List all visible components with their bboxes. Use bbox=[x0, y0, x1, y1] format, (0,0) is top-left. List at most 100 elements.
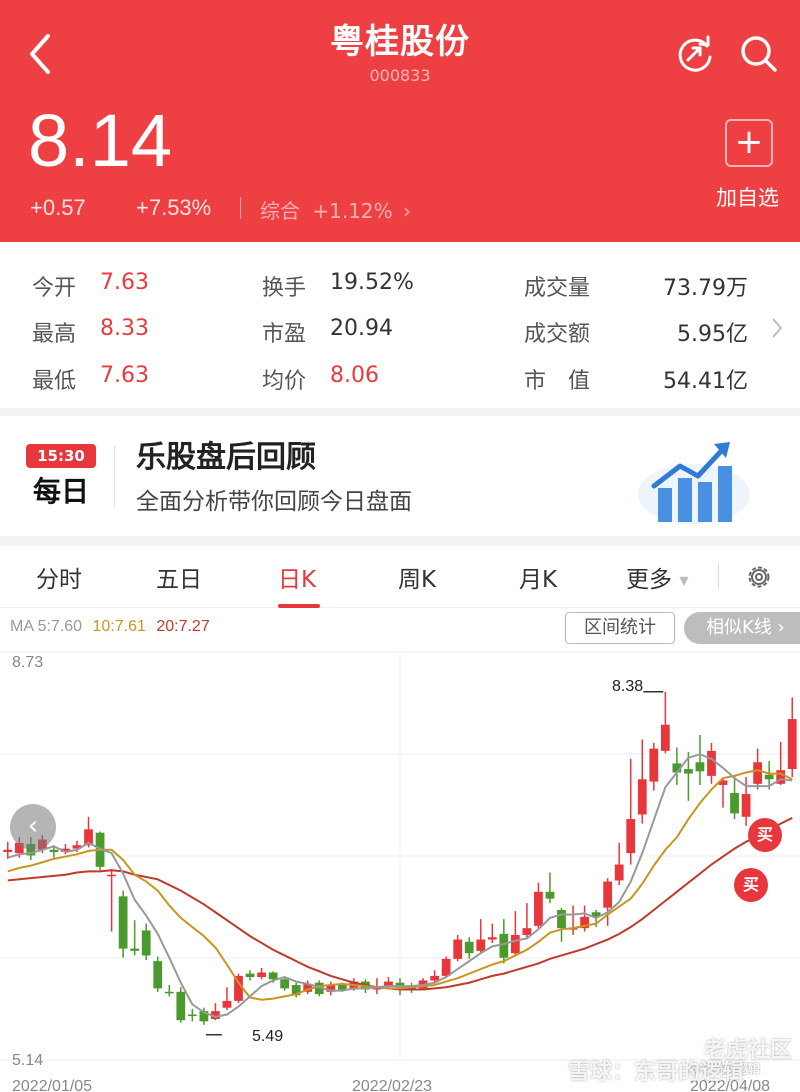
chevron-right-icon: › bbox=[403, 199, 412, 223]
stat-amount-label: 成交额 bbox=[524, 322, 591, 347]
share-icon[interactable] bbox=[674, 32, 716, 74]
composite-value: +1.12% bbox=[312, 199, 393, 223]
banner-title: 乐股盘后回顾 bbox=[136, 440, 316, 475]
ma5-legend: MA 5:7.60 bbox=[10, 618, 83, 635]
candle-body bbox=[222, 1000, 232, 1008]
tab-more[interactable]: 更多 ▼ bbox=[626, 560, 689, 594]
tabs-divider bbox=[718, 564, 719, 588]
candle-body bbox=[153, 961, 163, 989]
candle-body bbox=[164, 991, 174, 994]
candle-body bbox=[603, 881, 613, 908]
candle-body bbox=[49, 849, 59, 853]
chart-period-tabs: 分时 五日 日K 周K 月K 更多 ▼ bbox=[0, 546, 800, 608]
candle-body bbox=[522, 928, 532, 935]
stat-avg-value: 8.06 bbox=[330, 363, 379, 388]
candle-body bbox=[3, 849, 13, 853]
candle-body bbox=[268, 972, 278, 980]
stat-pe-value: 20.94 bbox=[330, 316, 393, 341]
candle-body bbox=[660, 724, 670, 751]
banner-divider bbox=[114, 446, 115, 508]
candle-body bbox=[557, 909, 566, 929]
candle-body bbox=[730, 792, 739, 814]
stat-volume-value: 73.79万 bbox=[663, 276, 748, 301]
buy-signal-marker[interactable]: 买 bbox=[748, 818, 782, 852]
candle-body bbox=[649, 748, 659, 782]
tab-monthly-k[interactable]: 月K bbox=[519, 560, 557, 594]
stat-mktcap-label: 市 值 bbox=[524, 369, 591, 394]
candle-body bbox=[107, 874, 116, 877]
candle-body bbox=[707, 750, 716, 776]
high-marker-label: 8.38 bbox=[612, 678, 644, 695]
stat-open-value: 7.63 bbox=[100, 270, 149, 295]
add-watchlist-button[interactable]: + bbox=[725, 119, 773, 167]
daily-badge-icon: 15:30 每日 bbox=[26, 444, 96, 508]
candle-body bbox=[741, 794, 751, 817]
search-icon[interactable] bbox=[737, 32, 779, 74]
buy-signal-marker[interactable]: 买 bbox=[734, 868, 768, 902]
candle-body bbox=[787, 719, 797, 770]
tab-five-day[interactable]: 五日 bbox=[156, 560, 202, 594]
candle-body bbox=[695, 762, 705, 772]
stat-open-label: 今开 bbox=[32, 276, 77, 301]
stat-turnover-value: 19.52% bbox=[330, 270, 414, 295]
stat-low-label: 最低 bbox=[32, 369, 77, 394]
candle-body bbox=[545, 891, 555, 899]
candle-body bbox=[464, 941, 474, 954]
candle-body bbox=[280, 979, 290, 989]
price-change-percent: +7.53% bbox=[136, 195, 212, 220]
ma-legend: MA 5:7.60 10:7.61 20:7.27 bbox=[10, 618, 210, 636]
chart-scroll-left-button[interactable]: ‹ bbox=[10, 804, 56, 850]
y-axis-max-label: 8.73 bbox=[12, 654, 44, 671]
candle-body bbox=[753, 762, 763, 784]
candle-body bbox=[118, 896, 128, 949]
tab-weekly-k[interactable]: 周K bbox=[398, 560, 436, 594]
gear-icon[interactable] bbox=[745, 563, 773, 591]
date-label-start: 2022/01/05 bbox=[12, 1078, 93, 1092]
stock-detail-screen: 粤桂股份 000833 8.14 +0.57 +7.53% 综合 +1.12% … bbox=[0, 0, 800, 1092]
stat-volume-label: 成交量 bbox=[524, 276, 591, 301]
candle-body bbox=[764, 774, 774, 780]
candle-body bbox=[176, 991, 186, 1021]
header-divider bbox=[240, 197, 241, 219]
daily-review-banner[interactable]: 15:30 每日 乐股盘后回顾 全面分析带你回顾今日盘面 bbox=[0, 416, 800, 536]
chevron-right-icon[interactable] bbox=[770, 316, 784, 340]
candle-body bbox=[487, 937, 497, 940]
banner-subtitle: 全面分析带你回顾今日盘面 bbox=[136, 489, 412, 515]
badge-time: 15:30 bbox=[26, 444, 96, 468]
candle-body bbox=[614, 864, 624, 881]
candle-body bbox=[187, 1014, 197, 1017]
stat-high-label: 最高 bbox=[32, 322, 77, 347]
candle-body bbox=[534, 891, 543, 926]
stat-turnover-label: 换手 bbox=[262, 276, 307, 301]
candle-body bbox=[130, 948, 140, 951]
ma20-legend: 20:7.27 bbox=[156, 618, 210, 635]
quote-stats-panel[interactable]: 今开 7.63 最高 8.33 最低 7.63 换手 19.52% 市盈 20.… bbox=[0, 242, 800, 408]
kline-chart-panel[interactable]: MA 5:7.60 10:7.61 20:7.27 区间统计 相似K线 › 8.… bbox=[0, 608, 800, 1092]
watermark-xueqiu: 雪球：东哥的逻辑 bbox=[568, 1060, 745, 1085]
tab-intraday[interactable]: 分时 bbox=[36, 560, 82, 594]
add-watchlist-label[interactable]: 加自选 bbox=[716, 182, 779, 212]
date-label-mid: 2022/02/23 bbox=[352, 1078, 433, 1092]
candle-body bbox=[476, 939, 486, 951]
y-axis-min-label: 5.14 bbox=[12, 1052, 44, 1069]
current-price: 8.14 bbox=[28, 99, 173, 182]
candle-body bbox=[510, 934, 520, 954]
price-change: +0.57 bbox=[30, 195, 86, 220]
tab-daily-k[interactable]: 日K bbox=[278, 560, 316, 594]
composite-index[interactable]: 综合 +1.12% › bbox=[260, 195, 411, 224]
candle-body bbox=[257, 972, 266, 978]
candle-body bbox=[430, 975, 439, 981]
stat-avg-label: 均价 bbox=[262, 369, 307, 394]
candle-body bbox=[637, 779, 647, 815]
similar-kline-button[interactable]: 相似K线 › bbox=[684, 612, 800, 644]
stat-pe-label: 市盈 bbox=[262, 322, 307, 347]
stock-header: 粤桂股份 000833 8.14 +0.57 +7.53% 综合 +1.12% … bbox=[0, 0, 800, 242]
kline-chart[interactable] bbox=[0, 608, 800, 1092]
range-stats-button[interactable]: 区间统计 bbox=[565, 612, 675, 644]
tab-more-label: 更多 bbox=[626, 567, 672, 593]
stat-high-value: 8.33 bbox=[100, 316, 149, 341]
caret-down-icon: ▼ bbox=[679, 573, 689, 588]
candle-body bbox=[684, 769, 693, 774]
candle-body bbox=[499, 933, 509, 958]
composite-label: 综合 bbox=[260, 199, 300, 223]
